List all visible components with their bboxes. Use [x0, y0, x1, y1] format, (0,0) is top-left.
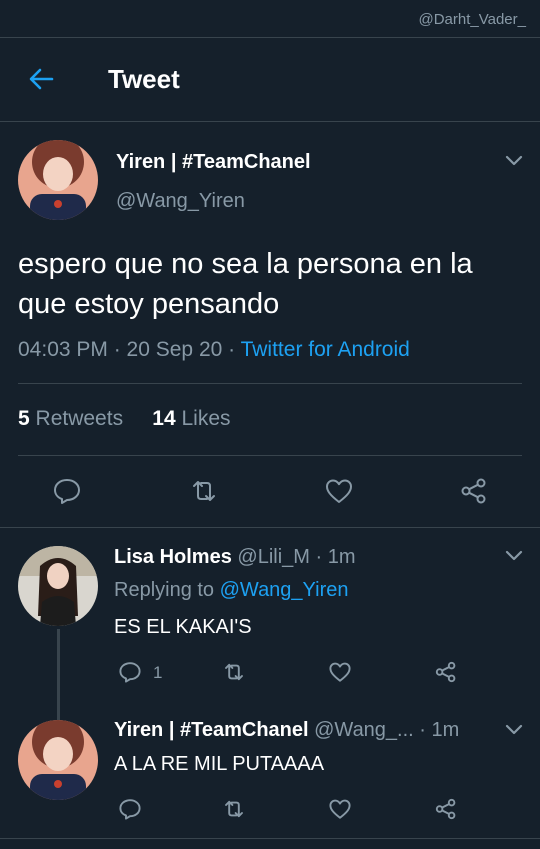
likes-stat[interactable]: 14 Likes: [152, 407, 230, 430]
replying-prefix: Replying to: [114, 579, 220, 601]
chevron-down-icon[interactable]: [504, 723, 524, 737]
retweet-count: 5: [18, 407, 30, 430]
reply-text: ES EL KAKAI'S: [114, 616, 252, 638]
reply-handle-time: @Lili_M · 1m: [237, 546, 356, 568]
replying-mention[interactable]: @Wang_Yiren: [220, 579, 349, 601]
heart-icon[interactable]: [328, 660, 352, 684]
divider: [18, 383, 522, 384]
reply-header: Yiren | #TeamChanel @Wang_... · 1m: [114, 719, 459, 742]
heart-icon[interactable]: [328, 797, 352, 821]
reply-author-name[interactable]: Lisa Holmes: [114, 546, 232, 568]
tweet-stats: 5 Retweets 14 Likes: [18, 407, 231, 431]
chevron-down-icon[interactable]: [504, 549, 524, 563]
retweet-icon[interactable]: [189, 476, 219, 506]
tweet-source-link[interactable]: Twitter for Android: [241, 338, 410, 361]
separator: [0, 838, 540, 839]
like-label: Likes: [181, 407, 231, 430]
reply-icon[interactable]: [118, 797, 142, 821]
watermark-bar: @Darht_Vader_: [0, 0, 540, 38]
retweet-label: Retweets: [35, 407, 124, 430]
tweet-meta: 04:03 PM · 20 Sep 20 · Twitter for Andro…: [18, 338, 410, 362]
separator: [0, 527, 540, 528]
page-title: Tweet: [108, 64, 180, 94]
top-bar: Tweet: [0, 38, 540, 122]
reply-icon[interactable]: [52, 476, 82, 506]
author-handle[interactable]: @Wang_Yiren: [116, 190, 245, 213]
tweet-text: espero que no sea la persona en la que e…: [18, 248, 473, 320]
like-count: 14: [152, 407, 176, 430]
retweet-icon[interactable]: [222, 797, 246, 821]
reply-text: A LA RE MIL PUTAAAA: [114, 753, 325, 775]
thread-line: [57, 629, 60, 721]
author-name[interactable]: Yiren | #TeamChanel: [116, 151, 311, 174]
avatar[interactable]: [18, 546, 98, 626]
back-arrow-icon[interactable]: [26, 64, 56, 94]
retweets-stat[interactable]: 5 Retweets: [18, 407, 123, 430]
share-icon[interactable]: [459, 476, 489, 506]
divider: [18, 455, 522, 456]
reply-author-name[interactable]: Yiren | #TeamChanel: [114, 719, 309, 741]
tweet-timestamp: 04:03 PM · 20 Sep 20 ·: [18, 338, 241, 361]
reply-header: Lisa Holmes @Lili_M · 1m: [114, 546, 356, 569]
share-icon[interactable]: [434, 797, 458, 821]
reply-count: 1: [153, 663, 163, 682]
replying-to: Replying to @Wang_Yiren: [114, 579, 349, 602]
reply-handle-time: @Wang_... · 1m: [314, 719, 460, 741]
reply-icon[interactable]: [118, 660, 142, 684]
heart-icon[interactable]: [324, 476, 354, 506]
avatar[interactable]: [18, 140, 98, 220]
chevron-down-icon[interactable]: [504, 154, 524, 168]
avatar[interactable]: [18, 720, 98, 800]
share-icon[interactable]: [434, 660, 458, 684]
retweet-icon[interactable]: [222, 660, 246, 684]
watermark: @Darht_Vader_: [418, 11, 526, 28]
